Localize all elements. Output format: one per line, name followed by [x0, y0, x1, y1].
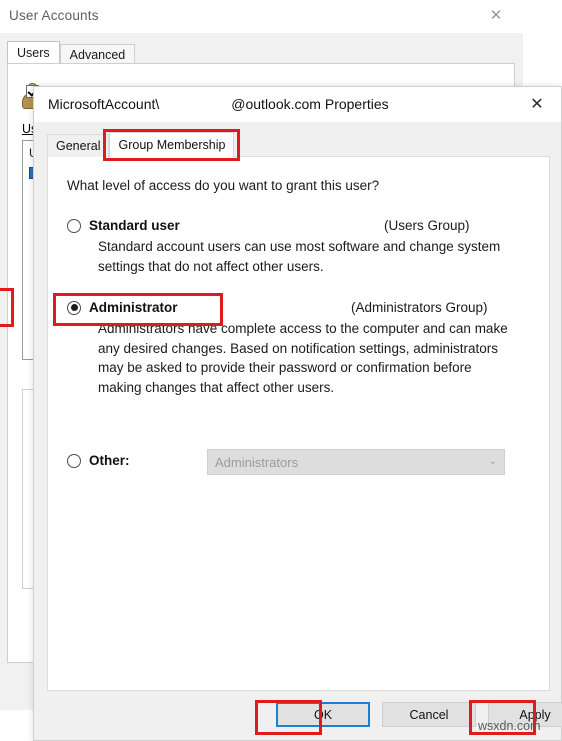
- option-standard-user-label: Standard user: [89, 218, 180, 233]
- chevron-down-icon: ⌄: [488, 456, 497, 467]
- user-accounts-title: User Accounts: [9, 8, 99, 23]
- properties-titlebar: MicrosoftAccount\ @outlook.com Properties…: [34, 87, 561, 123]
- account-properties-dialog: MicrosoftAccount\ @outlook.com Properties…: [33, 86, 562, 741]
- radio-standard-user[interactable]: [67, 218, 81, 233]
- tab-users[interactable]: Users: [7, 41, 60, 65]
- option-administrator-label: Administrator: [89, 300, 178, 315]
- properties-tabstrip: General Group Membership: [47, 132, 235, 157]
- cancel-button[interactable]: Cancel: [382, 702, 476, 727]
- option-standard-user-group: (Users Group): [384, 218, 470, 233]
- ok-button[interactable]: OK: [276, 702, 370, 727]
- group-membership-panel: What level of access do you want to gran…: [47, 156, 550, 691]
- option-other[interactable]: Other:: [67, 453, 130, 468]
- user-accounts-titlebar: User Accounts ✕: [0, 0, 523, 33]
- option-standard-user-description: Standard account users can use most soft…: [98, 239, 501, 274]
- other-group-dropdown[interactable]: Administrators ⌄: [207, 449, 505, 475]
- properties-title-prefix: MicrosoftAccount\: [48, 96, 160, 112]
- properties-title-suffix: @outlook.com Properties: [231, 96, 389, 112]
- tab-advanced[interactable]: Advanced: [59, 44, 136, 65]
- watermark: wsxdn.com: [478, 719, 541, 733]
- properties-title: MicrosoftAccount\ @outlook.com Properties: [48, 96, 389, 112]
- user-accounts-tabstrip: Users Advanced: [7, 41, 136, 65]
- radio-administrator[interactable]: [67, 300, 81, 315]
- tab-general[interactable]: General: [47, 134, 110, 157]
- option-other-row[interactable]: Other:: [67, 453, 130, 468]
- option-other-label: Other:: [89, 453, 130, 468]
- other-group-dropdown-value: Administrators: [215, 454, 299, 470]
- close-icon[interactable]: ✕: [481, 3, 511, 27]
- close-icon[interactable]: ✕: [521, 91, 553, 117]
- access-level-prompt: What level of access do you want to gran…: [67, 178, 380, 193]
- option-administrator-description: Administrators have complete access to t…: [98, 321, 508, 395]
- tab-group-membership[interactable]: Group Membership: [109, 132, 235, 157]
- radio-other[interactable]: [67, 453, 81, 468]
- option-administrator-group: (Administrators Group): [351, 300, 488, 315]
